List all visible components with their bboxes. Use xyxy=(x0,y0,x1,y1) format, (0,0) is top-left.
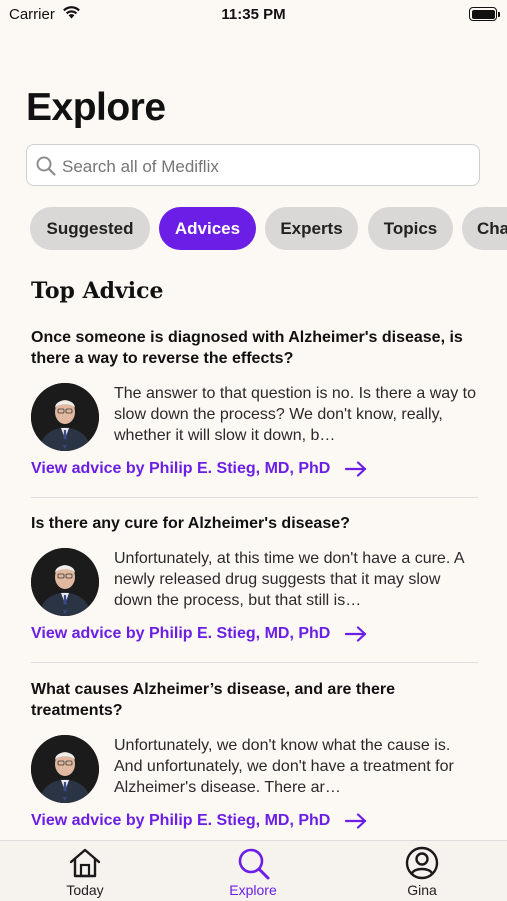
status-bar: Carrier 11:35 PM xyxy=(0,0,507,30)
expert-avatar[interactable] xyxy=(31,548,99,616)
tab-bar-today[interactable]: Today xyxy=(30,841,140,901)
tab-experts[interactable]: Experts xyxy=(265,207,358,250)
home-icon xyxy=(69,848,101,878)
tab-bar-profile[interactable]: Gina xyxy=(367,841,477,901)
search-input[interactable] xyxy=(62,157,462,177)
tab-bar-label: Today xyxy=(66,882,104,898)
divider xyxy=(31,497,478,498)
advice-snippet: The answer to that question is no. Is th… xyxy=(114,385,476,444)
tab-bar-explore[interactable]: Explore xyxy=(198,841,308,901)
advice-item: Is there any cure for Alzheimer's diseas… xyxy=(31,513,478,653)
expert-avatar[interactable] xyxy=(31,735,99,803)
view-advice-label: View advice by Philip E. Stieg, MD, PhD xyxy=(31,812,331,829)
advice-snippet: Unfortunately, we don't know what the ca… xyxy=(114,737,454,796)
profile-icon xyxy=(405,846,439,880)
battery-icon xyxy=(469,7,500,21)
tab-bar-label: Explore xyxy=(229,882,277,898)
view-advice-label: View advice by Philip E. Stieg, MD, PhD xyxy=(31,625,331,642)
tab-advices[interactable]: Advices xyxy=(159,207,256,250)
advice-question[interactable]: What causes Alzheimer’s disease, and are… xyxy=(31,679,478,721)
advice-item: What causes Alzheimer’s disease, and are… xyxy=(31,679,478,839)
tab-suggested[interactable]: Suggested xyxy=(30,207,150,250)
advice-question[interactable]: Is there any cure for Alzheimer's diseas… xyxy=(31,513,478,534)
arrow-right-icon xyxy=(344,813,366,829)
arrow-right-icon xyxy=(344,626,366,642)
view-advice-link[interactable]: View advice by Philip E. Stieg, MD, PhD xyxy=(31,625,367,643)
expert-avatar[interactable] xyxy=(31,383,99,451)
search-bar[interactable] xyxy=(26,144,480,186)
tab-topics[interactable]: Topics xyxy=(368,207,453,250)
page-title: Explore xyxy=(26,86,166,129)
tab-channels[interactable]: Cha xyxy=(462,207,507,250)
advice-item: Once someone is diagnosed with Alzheimer… xyxy=(31,327,478,487)
section-title: Top Advice xyxy=(31,278,164,304)
divider xyxy=(31,662,478,663)
clock: 11:35 PM xyxy=(221,6,286,23)
search-icon xyxy=(238,848,270,880)
view-advice-label: View advice by Philip E. Stieg, MD, PhD xyxy=(31,460,331,477)
view-advice-link[interactable]: View advice by Philip E. Stieg, MD, PhD xyxy=(31,460,367,478)
view-advice-link[interactable]: View advice by Philip E. Stieg, MD, PhD xyxy=(31,812,367,830)
bottom-tab-bar: Today Explore Gina xyxy=(0,840,507,901)
search-icon xyxy=(36,156,56,176)
advice-snippet: Unfortunately, at this time we don't hav… xyxy=(114,550,464,609)
advice-question[interactable]: Once someone is diagnosed with Alzheimer… xyxy=(31,327,478,369)
tab-bar-label: Gina xyxy=(407,882,437,898)
arrow-right-icon xyxy=(344,461,366,477)
category-tabs: Suggested Advices Experts Topics Cha xyxy=(30,207,507,250)
